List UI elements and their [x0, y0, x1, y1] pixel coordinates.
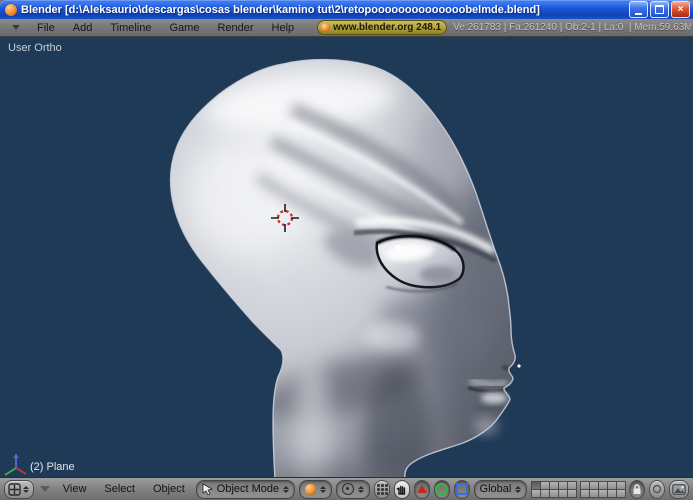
menu-add[interactable]: Add: [73, 22, 93, 34]
menu-game[interactable]: Game: [169, 22, 199, 34]
pivot-dropdown[interactable]: [336, 480, 370, 499]
vertex-dot: [517, 364, 520, 367]
editor-type-dropdown[interactable]: [4, 480, 34, 499]
3d-viewport[interactable]: User Ortho (2) Plane: [0, 37, 693, 477]
pivot-arrows-icon: [358, 486, 364, 493]
translate-triangle-icon: [417, 485, 427, 493]
translate-manipulator-button[interactable]: [414, 480, 430, 499]
grid-dots-icon: [377, 484, 388, 495]
restore-icon: [655, 5, 664, 14]
top-header: File Add Timeline Game Render Help www.b…: [0, 19, 693, 37]
blender-version-badge[interactable]: www.blender.org 248.1: [317, 20, 447, 35]
manipulator-hand-button[interactable]: [394, 480, 410, 499]
blender-app-icon: [5, 4, 17, 16]
scene-stats: Ve:261783 | Fa:261240 | Ob:2-1 | La:0 | …: [453, 22, 691, 33]
draw-type-arrows-icon: [320, 486, 326, 493]
layer-toggle[interactable]: [616, 489, 626, 498]
blender-window: Blender [d:\Aleksaurio\descargas\cosas b…: [0, 0, 693, 500]
object-mode-pointer-icon: [202, 483, 213, 495]
window-controls: ×: [629, 1, 690, 18]
circle-icon: [652, 484, 662, 494]
lock-layers-button[interactable]: [629, 480, 645, 499]
draw-type-dropdown[interactable]: [299, 480, 332, 499]
orientation-dropdown-label: Global: [480, 483, 512, 495]
snap-grid-button[interactable]: [374, 480, 390, 499]
minimize-button[interactable]: [629, 1, 648, 18]
layer-buttons: [531, 481, 625, 497]
viewport-header: View Select Object Object Mode: [0, 477, 693, 500]
rotate-manipulator-button[interactable]: [434, 480, 450, 499]
menu-select[interactable]: Select: [104, 483, 135, 495]
orientation-arrows-icon: [515, 486, 521, 493]
proportional-edit-button[interactable]: [649, 480, 665, 499]
scale-square-icon: [456, 483, 468, 495]
layer-toggle[interactable]: [567, 489, 577, 498]
menu-timeline[interactable]: Timeline: [110, 22, 151, 34]
active-object-label: (2) Plane: [30, 461, 75, 473]
viewport-editor-icon: [8, 483, 21, 496]
menu-help[interactable]: Help: [272, 22, 295, 34]
menu-file[interactable]: File: [37, 22, 55, 34]
restore-button[interactable]: [650, 1, 669, 18]
editor-type-arrows-icon: [23, 486, 29, 493]
window-title: Blender [d:\Aleksaurio\descargas\cosas b…: [21, 4, 625, 16]
menu-object[interactable]: Object: [153, 483, 185, 495]
header-menu-collapse-icon[interactable]: [40, 486, 50, 492]
layer-block-2: [580, 481, 625, 497]
lock-icon: [632, 484, 642, 495]
version-text: www.blender.org 248.1: [333, 22, 441, 33]
solid-drawtype-sphere-icon: [305, 484, 316, 495]
mode-dropdown-arrows-icon: [283, 486, 289, 493]
view-name-label: User Ortho: [8, 42, 62, 54]
header-collapse-icon[interactable]: [12, 25, 20, 30]
close-button[interactable]: ×: [671, 1, 690, 18]
minimize-icon: [635, 13, 642, 15]
render-preview-button[interactable]: [669, 480, 689, 499]
blender-ball-icon: [321, 23, 330, 32]
menu-view[interactable]: View: [63, 483, 87, 495]
mode-dropdown[interactable]: Object Mode: [196, 480, 295, 499]
pivot-point-icon: [342, 483, 354, 495]
layer-block-1: [531, 481, 576, 497]
scale-manipulator-button[interactable]: [454, 480, 470, 499]
image-icon: [672, 484, 686, 495]
rotate-circle-icon: [435, 483, 448, 496]
transform-orientation-dropdown[interactable]: Global: [474, 480, 528, 499]
viewport-canvas[interactable]: [0, 37, 693, 477]
titlebar: Blender [d:\Aleksaurio\descargas\cosas b…: [0, 0, 693, 19]
hand-icon: [396, 483, 407, 495]
mode-dropdown-label: Object Mode: [217, 483, 279, 495]
menu-render[interactable]: Render: [217, 22, 253, 34]
